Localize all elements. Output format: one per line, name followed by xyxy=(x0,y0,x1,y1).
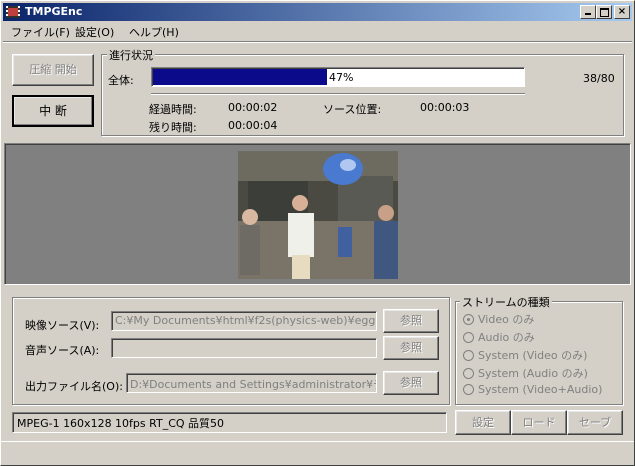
radio-icon xyxy=(463,350,474,361)
film-icon xyxy=(6,6,20,18)
save-button[interactable]: セーブ xyxy=(567,410,623,435)
overall-progress-bar: 47% xyxy=(151,67,525,87)
radio-selected-icon xyxy=(463,314,474,325)
elapsed-label: 経過時間: xyxy=(149,103,197,116)
stream-option-system-audio[interactable]: System (Audio のみ) xyxy=(463,365,588,381)
radio-icon xyxy=(463,384,474,395)
minimize-icon xyxy=(585,13,591,15)
remaining-label: 残り時間: xyxy=(149,121,197,134)
close-button[interactable]: × xyxy=(614,5,630,19)
stream-option-video-only[interactable]: Video のみ xyxy=(463,311,534,327)
progress-percent: 47% xyxy=(329,71,354,84)
menu-bar: ファイル(F) 設定(O) ヘルプ(H) xyxy=(3,22,632,40)
source-position-label: ソース位置: xyxy=(323,103,382,116)
stream-option-system-av[interactable]: System (Video+Audio) xyxy=(463,383,602,396)
stream-type-group-label: ストリームの種類 xyxy=(460,294,552,310)
menu-file[interactable]: ファイル(F) xyxy=(11,24,70,40)
radio-icon xyxy=(463,332,474,343)
status-bar: MPEG-1 160x128 10fps RT_CQ 品質50 xyxy=(12,412,447,433)
stream-option-audio-only[interactable]: Audio のみ xyxy=(463,329,535,345)
title-bar[interactable]: TMPGEnc × xyxy=(3,3,632,21)
close-icon: × xyxy=(617,6,627,17)
video-source-field[interactable]: C:¥My Documents¥html¥f2s(physics-web)¥eg… xyxy=(111,311,377,331)
overall-label: 全体: xyxy=(108,74,134,87)
window-title: TMPGEnc xyxy=(25,5,83,18)
output-file-field[interactable]: D:¥Documents and Settings¥administrator¥… xyxy=(126,373,377,393)
progress-fill xyxy=(153,69,327,85)
output-browse-button[interactable]: 参照 xyxy=(383,371,439,395)
output-file-label: 出力ファイル名(O): xyxy=(25,380,123,393)
video-browse-button[interactable]: 参照 xyxy=(383,309,439,333)
stream-option-system-video[interactable]: System (Video のみ) xyxy=(463,347,587,363)
remaining-value: 00:00:04 xyxy=(228,119,278,132)
load-button[interactable]: ロード xyxy=(511,410,567,435)
frame-count: 38/80 xyxy=(583,72,615,85)
radio-icon xyxy=(463,368,474,379)
preview-pane xyxy=(4,143,631,285)
audio-browse-button[interactable]: 参照 xyxy=(383,336,439,360)
audio-source-label: 音声ソース(A): xyxy=(25,344,100,357)
audio-source-field[interactable] xyxy=(111,338,377,358)
maximize-icon xyxy=(599,8,609,17)
progress-group-label: 進行状況 xyxy=(107,47,155,63)
minimize-button[interactable] xyxy=(580,5,596,19)
video-preview-image xyxy=(238,151,398,279)
window-footer xyxy=(1,441,634,466)
menu-help[interactable]: ヘルプ(H) xyxy=(129,24,179,40)
stop-button[interactable]: 中 断 xyxy=(12,95,94,127)
elapsed-value: 00:00:02 xyxy=(228,101,278,114)
progress-separator xyxy=(151,93,525,95)
source-position-value: 00:00:03 xyxy=(420,101,470,114)
menu-separator xyxy=(3,41,632,43)
video-source-label: 映像ソース(V): xyxy=(25,319,100,332)
start-encode-button[interactable]: 圧縮 開始 xyxy=(12,54,94,86)
menu-settings[interactable]: 設定(O) xyxy=(75,24,114,40)
main-window: TMPGEnc × ファイル(F) 設定(O) ヘルプ(H) 圧縮 開始 中 断… xyxy=(0,0,635,466)
settings-button[interactable]: 設定 xyxy=(455,410,511,435)
maximize-button[interactable] xyxy=(596,5,612,19)
